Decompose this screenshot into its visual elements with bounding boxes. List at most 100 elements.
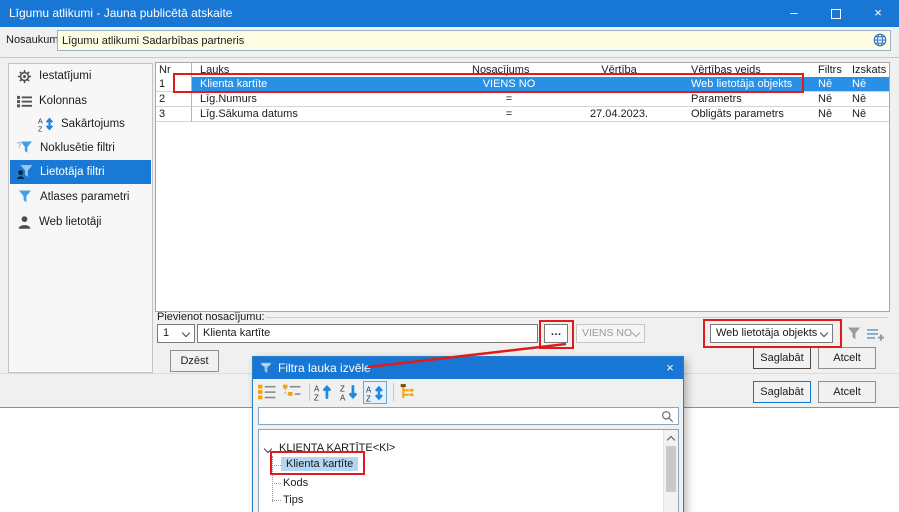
column-header-izskats[interactable]: Izskats [848,63,889,77]
header-separator [0,57,899,58]
svg-text:Z: Z [314,393,319,401]
screen: Līgumu atlikumi - Jauna publicētā atskai… [0,0,899,512]
svg-text:A: A [366,385,372,394]
tree-node-root[interactable]: KLIENTA KARTĪTE<Kl> [279,442,395,454]
sidebar-item-web-lietotaji[interactable]: Web lietotāji [10,210,151,234]
panel-save-button[interactable]: Saglabāt [753,347,811,369]
column-header-nr[interactable]: Nr [156,63,192,77]
column-header-lauks[interactable]: Lauks [192,63,463,77]
cell-lauks: Klienta kartīte [200,78,268,90]
sort-ascending-icon[interactable]: AZ [314,383,334,403]
svg-text:A: A [314,384,320,393]
sort-descending-icon[interactable]: ZA [340,383,360,403]
sidebar: Iestatījumi Kolonnas AZ Sakārtojums ? No… [8,63,153,373]
tree-item-kods[interactable]: Kods [283,477,308,489]
condition-field-input[interactable]: Klienta kartīte [197,324,538,343]
tree-expander-icon[interactable] [263,444,273,454]
sidebar-item-label: Noklusētie filtri [40,142,115,154]
columns-add-icon[interactable] [866,327,885,348]
cell-filtrs: Nē [818,108,833,120]
cell-filtrs: Nē [818,78,833,90]
filter-icon [19,190,31,203]
toolbar-separator [309,383,310,401]
search-icon [661,410,674,428]
condition-index-select[interactable]: 1 [157,324,195,343]
tree-item-label: Klienta kartīte [281,457,359,471]
main-window: Līgumu atlikumi - Jauna publicētā atskai… [0,0,899,408]
nosaukums-input[interactable] [57,30,891,51]
tree-item-tips[interactable]: Tips [283,494,303,506]
globe-icon [873,33,887,52]
column-header-vertibas-veids[interactable]: Vērtības veids [683,63,813,77]
cell-vertiba: 27.04.2023. [589,108,649,120]
chevron-down-icon [631,328,641,338]
sort-az-icon: AZ [38,117,54,132]
window-title: Līgumu atlikumi - Jauna publicētā atskai… [9,6,233,20]
table-row[interactable]: 2 Līg.Numurs = Parametrs Nē Nē [156,92,889,107]
scrollbar-thumb[interactable] [666,446,676,492]
sidebar-item-iestatijumi[interactable]: Iestatījumi [10,64,151,88]
sidebar-item-lietotaja-filtri[interactable]: Lietotāja filtri [10,160,151,184]
cell-veids: Web lietotāja objekts [691,78,793,90]
dialog-title: Filtra lauka izvēle [278,361,371,375]
table-row-selected[interactable]: 1 Klienta kartīte VIENS NO Web lietotāja… [156,77,889,92]
title-bar: Līgumu atlikumi - Jauna publicētā atskai… [0,0,899,27]
cell-nr: 2 [156,92,192,107]
cell-vertiba [555,92,683,106]
tree-filter-icon[interactable] [399,383,419,403]
cell-vertiba [555,77,683,91]
ellipsis-button[interactable]: … [544,324,568,343]
scroll-up-icon[interactable] [666,435,676,445]
dialog-close-button[interactable]: × [657,357,683,379]
sidebar-item-label: Iestatījumi [39,70,92,82]
close-button[interactable]: × [857,0,899,27]
cell-nr: 1 [156,77,192,92]
tree-guide-stub [272,500,281,501]
tree-item-klienta-kartite[interactable]: Klienta kartīte [281,457,359,471]
cell-lauks: Līg.Numurs [200,93,257,105]
cell-izskats: Nē [852,93,867,105]
expand-all-icon[interactable] [258,383,278,403]
column-header-vertiba[interactable]: Vērtība [555,63,683,77]
operator-select[interactable]: VIENS NO [576,324,645,343]
cell-veids: Parametrs [691,93,742,105]
footer-save-button[interactable]: Saglabāt [753,381,811,403]
cell-nosacijums: VIENS NO [482,78,536,90]
table-row[interactable]: 3 Līg.Sākuma datums = 27.04.2023. Obligā… [156,107,889,122]
value-type-select[interactable]: Web lietotāja objekts [710,324,833,343]
footer-cancel-button[interactable]: Atcelt [818,381,876,403]
sidebar-item-label: Lietotāja filtri [40,166,105,178]
sort-toggle-icon[interactable]: AZ [363,381,387,404]
filter-search-input[interactable] [258,407,679,425]
operator-value: VIENS NO [582,327,633,339]
maximize-button[interactable] [815,0,857,27]
tree-guide-stub [272,483,281,484]
panel-cancel-button[interactable]: Atcelt [818,347,876,369]
sidebar-item-kolonnas[interactable]: Kolonnas [10,89,151,113]
column-header-nosacijums[interactable]: Nosacījums [463,63,555,77]
svg-text:A: A [38,119,43,126]
tree-scrollbar[interactable] [663,430,678,512]
columns-icon [17,95,32,107]
column-header-filtrs[interactable]: Filtrs [813,63,848,77]
tree-guide-line [272,456,273,502]
value-type-value: Web lietotāja objekts [716,327,818,339]
filter-question-icon: ? [17,141,32,153]
svg-text:A: A [340,393,346,401]
chevron-down-icon [819,328,829,338]
sidebar-item-atlases-parametri[interactable]: Atlases parametri [10,185,151,209]
dialog-title-bar: Filtra lauka izvēle × [253,357,683,379]
maximize-icon [831,8,841,19]
sidebar-item-noklusetie-filtri[interactable]: ? Noklusētie filtri [10,136,151,160]
gear-icon [17,69,32,83]
sidebar-item-sakartojums[interactable]: AZ Sakārtojums [10,112,151,136]
groupbox-line [266,317,888,318]
cell-nosacijums: = [505,108,513,120]
table-header-row: Nr Lauks Nosacījums Vērtība Vērtības vei… [156,63,889,78]
cell-izskats: Nē [852,108,867,120]
delete-button[interactable]: Dzēst [170,350,219,372]
minimize-button[interactable]: – [773,0,815,27]
filter-field-dialog: Filtra lauka izvēle × AZ ZA AZ KLIENTA K… [252,356,684,512]
field-tree: KLIENTA KARTĪTE<Kl> Klienta kartīte Kods… [258,429,679,512]
collapse-all-icon[interactable] [283,383,303,403]
